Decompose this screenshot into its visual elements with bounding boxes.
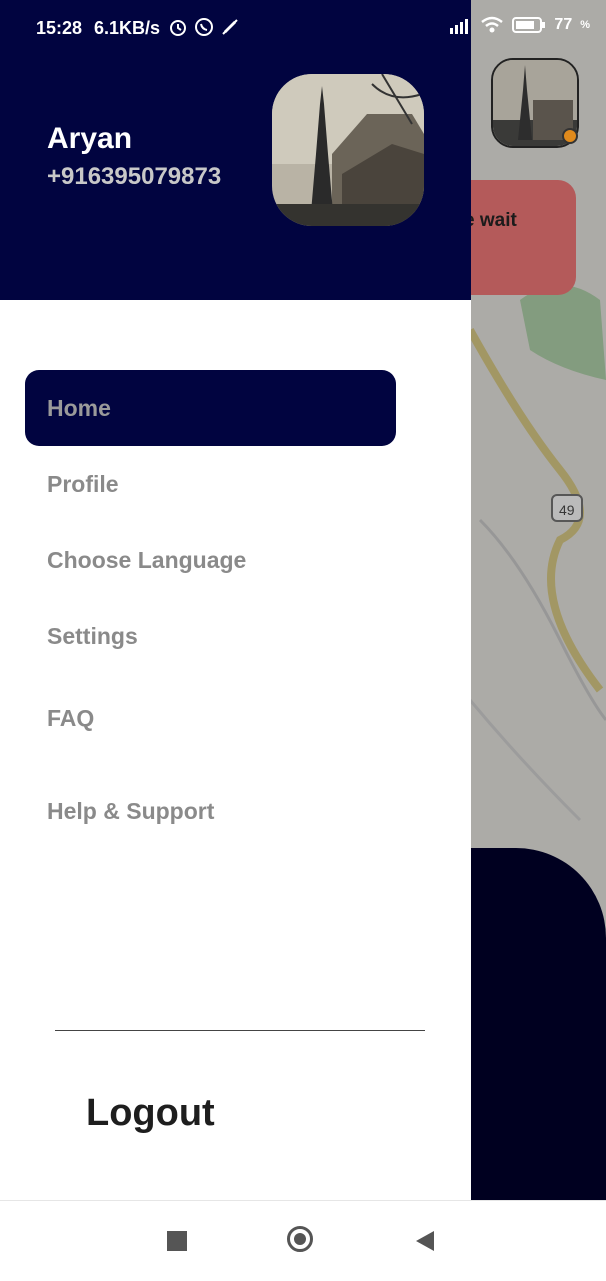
menu-item-label: Help & Support — [47, 797, 215, 824]
user-name: Aryan — [47, 122, 133, 155]
menu-item-label: FAQ — [47, 704, 95, 731]
battery-icon — [512, 17, 546, 33]
system-navigation-bar — [0, 1200, 606, 1281]
menu-item-home[interactable]: Home — [25, 370, 396, 446]
background-banner-text: e wait — [464, 210, 517, 231]
home-button[interactable] — [287, 1226, 313, 1252]
menu-item-label: Choose Language — [47, 546, 247, 573]
menu-item-settings[interactable]: Settings — [25, 598, 396, 674]
percent-sign: % — [580, 19, 590, 31]
avatar[interactable] — [272, 74, 424, 226]
menu-item-label: Settings — [47, 622, 138, 649]
signal-icon — [450, 19, 469, 34]
logout-button[interactable]: Logout — [86, 1092, 215, 1135]
mute-icon — [222, 19, 238, 35]
whatsapp-icon — [195, 18, 213, 36]
wifi-icon — [481, 16, 504, 33]
menu-item-faq[interactable]: FAQ — [25, 680, 396, 756]
recents-button[interactable] — [167, 1231, 187, 1251]
menu-item-label: Profile — [47, 470, 119, 497]
status-time: 15:28 — [36, 18, 83, 38]
menu-item-choose-language[interactable]: Choose Language — [25, 522, 396, 598]
divider — [55, 1030, 425, 1031]
menu-item-profile[interactable]: Profile — [25, 446, 396, 522]
status-bar: 15:28 6.1KB/s 77% — [0, 0, 606, 58]
status-dot — [562, 128, 578, 144]
status-speed: 6.1KB/s — [94, 18, 161, 38]
back-button[interactable] — [416, 1231, 434, 1251]
menu-item-help-support[interactable]: Help & Support — [25, 773, 396, 849]
status-icons-right: 77% — [450, 16, 590, 34]
status-icons-left — [168, 17, 240, 37]
user-phone: +916395079873 — [47, 163, 222, 190]
alarm-icon — [170, 20, 186, 36]
navigation-drawer: Aryan +916395079873 Home Profile Choose … — [0, 0, 471, 1200]
menu-item-label: Home — [47, 394, 111, 421]
battery-percent: 77 — [554, 16, 573, 33]
